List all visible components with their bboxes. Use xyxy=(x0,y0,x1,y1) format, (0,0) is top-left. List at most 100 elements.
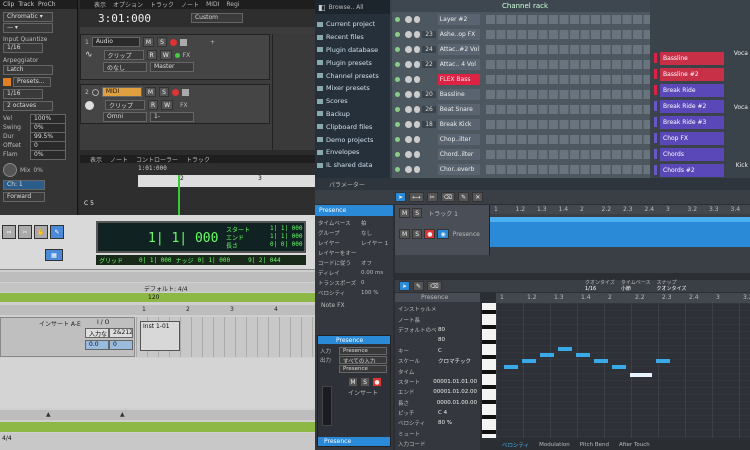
pencil-tool-button[interactable]: ✎ xyxy=(50,225,64,239)
editor-tab[interactable]: After Touch xyxy=(619,442,650,448)
pan-knob-icon[interactable] xyxy=(404,46,412,53)
track-1-fx[interactable]: FX xyxy=(183,52,191,59)
paint-tool-button[interactable]: ✎ xyxy=(458,192,470,202)
grid-mode-button[interactable]: ▦ xyxy=(45,249,63,261)
track-2-solo-button[interactable]: S xyxy=(159,87,170,97)
track-2-out[interactable]: 1- xyxy=(150,112,194,122)
note-grid[interactable] xyxy=(496,303,750,438)
channel-number[interactable]: 20 xyxy=(422,91,436,98)
channel-number[interactable]: 18 xyxy=(422,121,436,128)
inspector-value[interactable]: なし xyxy=(361,229,372,237)
pianoroll-menu-item[interactable]: トラック xyxy=(186,155,210,164)
mode-select[interactable]: Forward xyxy=(3,192,45,202)
browser-item[interactable]: Channel presets xyxy=(317,69,388,82)
main-counter-value[interactable]: 1| 1| 000 xyxy=(148,231,218,246)
vol-knob-icon[interactable] xyxy=(413,61,421,68)
menu-proch[interactable]: ProCh xyxy=(38,1,56,8)
vol-knob-icon[interactable] xyxy=(413,76,421,83)
browser-item[interactable]: Envelopes xyxy=(317,146,388,159)
vol-knob-icon[interactable] xyxy=(413,46,421,53)
editor-field-value[interactable]: 80 xyxy=(438,327,445,333)
channel-led-icon[interactable] xyxy=(395,47,400,52)
pianoroll-menu-item[interactable]: コントローラー xyxy=(136,155,178,164)
browser-title[interactable]: Browse.. All xyxy=(329,4,364,11)
channel-number[interactable]: 26 xyxy=(422,106,436,113)
pan-knob-icon[interactable] xyxy=(404,166,412,173)
step-grid[interactable] xyxy=(486,150,650,159)
editor-eraser-button[interactable]: ⌫ xyxy=(427,281,442,291)
inspector-value[interactable]: 100 % xyxy=(361,290,378,296)
channel-number[interactable]: 24 xyxy=(422,46,436,53)
step-grid[interactable] xyxy=(486,45,650,54)
end-value[interactable]: 1| 1| 000 xyxy=(270,233,303,240)
vol-knob-icon[interactable] xyxy=(413,16,421,23)
pattern-item[interactable]: Break Ride xyxy=(652,82,750,98)
channel-led-icon[interactable] xyxy=(395,32,400,37)
browser-item[interactable]: Plugin presets xyxy=(317,56,388,69)
track-1-mute-button[interactable]: M xyxy=(142,37,155,47)
track-2-name[interactable]: MIDI xyxy=(101,87,142,97)
editor-field-value[interactable]: 0000.01.00.00 xyxy=(437,400,477,406)
note[interactable] xyxy=(576,353,590,357)
track-2-read-button[interactable]: R xyxy=(148,100,159,110)
range-tool-button[interactable]: ⟷ xyxy=(409,192,424,202)
vol-knob-icon[interactable] xyxy=(413,121,421,128)
top-menu-item[interactable]: トラック xyxy=(150,0,174,9)
inspector-value[interactable]: 0 xyxy=(361,280,365,286)
track-name[interactable]: トラック 1 xyxy=(428,209,458,218)
pianoroll-time[interactable]: 1:01:000 xyxy=(138,165,167,172)
inspector-value[interactable]: 0.00 ms xyxy=(361,270,383,276)
channel-led-icon[interactable] xyxy=(395,137,400,142)
pan-knob-icon[interactable] xyxy=(404,136,412,143)
channel-solo-button[interactable]: S xyxy=(360,377,370,387)
notefx-label[interactable]: Note FX xyxy=(315,302,393,309)
pattern-item[interactable]: Bassline #2 xyxy=(652,66,750,82)
editor-field-value[interactable]: クロマチック xyxy=(438,357,471,365)
track-2-fx[interactable]: FX xyxy=(180,102,188,109)
track-1-output[interactable]: Master xyxy=(150,62,194,72)
latch-select[interactable]: Latch xyxy=(3,65,53,75)
track-1-clip[interactable]: クリップ xyxy=(103,50,144,60)
editor-tab[interactable]: Pitch Bend xyxy=(580,442,609,448)
channel-row-value[interactable]: すべての入力 xyxy=(339,355,387,364)
channel-select[interactable]: Ch: 1 xyxy=(3,180,45,190)
note[interactable] xyxy=(522,359,536,363)
editor-tab[interactable]: ベロシティ xyxy=(502,441,529,449)
channel-led-icon[interactable] xyxy=(395,17,400,22)
pan-knob-icon[interactable] xyxy=(404,31,412,38)
track-2-clip[interactable]: クリップ xyxy=(105,100,145,110)
mix-knob-icon[interactable] xyxy=(3,163,17,177)
pan-knob-icon[interactable] xyxy=(404,121,412,128)
top-menu-item[interactable]: オプション xyxy=(113,0,143,9)
channel-name-button[interactable]: Chord..ilter xyxy=(437,149,481,160)
grabber-tool-button[interactable]: ✋ xyxy=(34,225,48,239)
channel-led-icon[interactable] xyxy=(395,107,400,112)
pan-knob-icon[interactable] xyxy=(404,91,412,98)
pan-knob-icon[interactable] xyxy=(404,151,412,158)
nudge-value[interactable]: 0| 1| 000 xyxy=(198,257,231,264)
pattern-item[interactable]: Break Ride #3 xyxy=(652,114,750,130)
note[interactable] xyxy=(540,353,554,357)
grid-value[interactable]: 0| 1| 000 xyxy=(139,257,172,264)
channel-number[interactable]: 22 xyxy=(422,61,436,68)
menu-track[interactable]: Track xyxy=(18,1,34,8)
vol-knob-icon[interactable] xyxy=(413,91,421,98)
mute-tool-button[interactable]: ✕ xyxy=(472,192,484,202)
track-2-power-icon[interactable] xyxy=(91,88,99,96)
step-grid[interactable] xyxy=(486,60,650,69)
track-2-record-icon[interactable] xyxy=(172,88,180,96)
menu-clip[interactable]: Clip xyxy=(3,1,14,8)
browser-item[interactable]: Clipboard files xyxy=(317,120,388,133)
top-menu-item[interactable]: Regi xyxy=(226,1,239,8)
split-tool-button[interactable]: ✂ xyxy=(426,192,438,202)
track-mute-button[interactable]: M xyxy=(399,208,411,218)
step-grid[interactable] xyxy=(486,120,650,129)
start-value[interactable]: 1| 1| 000 xyxy=(270,225,303,232)
channel-name-button[interactable]: FLEX Bass xyxy=(437,74,481,85)
track-m2-button[interactable]: M xyxy=(399,229,411,239)
step-grid[interactable] xyxy=(486,165,650,174)
browser-item[interactable]: Current project xyxy=(317,18,388,31)
browser-item[interactable]: Demo projects xyxy=(317,133,388,146)
trim-tool-button[interactable]: ✂ xyxy=(18,225,32,239)
vol-knob-icon[interactable] xyxy=(413,136,421,143)
